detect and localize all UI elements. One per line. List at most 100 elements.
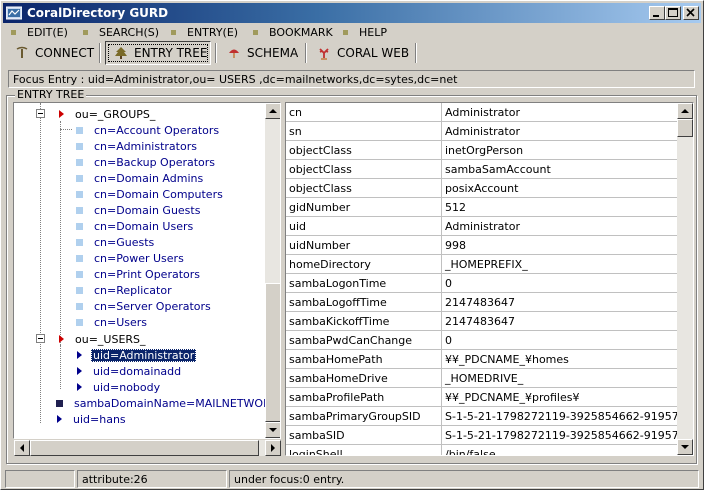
scroll-left-button[interactable] [14, 440, 30, 456]
close-button[interactable] [683, 6, 699, 20]
attribute-grid[interactable]: cn Administrator sn Administrator objectClas… [285, 102, 694, 456]
scroll-right-button[interactable] [265, 440, 281, 456]
attribute-row[interactable]: sn Administrator [286, 122, 677, 141]
collapse-users-icon[interactable] [36, 334, 45, 343]
tab-schema[interactable]: SCHEMA [219, 41, 305, 65]
tab-coral-web[interactable]: CORAL WEB [309, 41, 413, 65]
attribute-row[interactable]: sambaLogonTime 0 [286, 274, 677, 293]
attribute-row[interactable]: objectClass inetOrgPerson [286, 141, 677, 160]
tree-node-group[interactable]: cn=Guests [76, 234, 156, 250]
attribute-name-cell[interactable]: sambaHomeDrive [286, 369, 442, 387]
tree-node-group[interactable]: cn=Domain Computers [76, 186, 225, 202]
tree-node-group[interactable]: cn=Power Users [76, 250, 186, 266]
menu-bookmark[interactable]: BOOKMARK [253, 25, 333, 39]
attribute-value-cell[interactable]: _HOMEDRIVE_ [442, 369, 677, 387]
tree-vertical-scrollbar[interactable] [265, 103, 280, 438]
tree-horizontal-scrollbar[interactable] [14, 440, 281, 456]
attribute-name-cell[interactable]: sambaHomePath [286, 350, 442, 368]
grid-scroll-thumb[interactable] [677, 119, 693, 137]
attribute-row[interactable]: sambaLogoffTime 2147483647 [286, 293, 677, 312]
attribute-value-cell[interactable]: ¥¥_PDCNAME_¥homes [442, 350, 677, 368]
attribute-value-cell[interactable]: ¥¥_PDCNAME_¥profiles¥ [442, 388, 677, 406]
attribute-name-cell[interactable]: sn [286, 122, 442, 140]
attribute-row[interactable]: uidNumber 998 [286, 236, 677, 255]
tree-node-group[interactable]: cn=Users [76, 314, 149, 330]
attribute-value-cell[interactable]: S-1-5-21-1798272119-3925854662-919573195 [442, 426, 677, 444]
tree-node-group[interactable]: cn=Domain Admins [76, 170, 205, 186]
scroll-down-button[interactable] [677, 439, 693, 455]
attribute-name-cell[interactable]: objectClass [286, 141, 442, 159]
connect-button[interactable]: CONNECT [7, 41, 95, 65]
menu-entry[interactable]: ENTRY(E) [171, 25, 238, 39]
scroll-up-button[interactable] [265, 103, 280, 119]
attribute-row[interactable]: homeDirectory _HOMEPREFIX_ [286, 255, 677, 274]
tree-node-group[interactable]: cn=Account Operators [76, 122, 221, 138]
attribute-value-cell[interactable]: inetOrgPerson [442, 141, 677, 159]
attribute-row[interactable]: sambaHomePath ¥¥_PDCNAME_¥homes [286, 350, 677, 369]
attribute-value-cell[interactable]: Administrator [442, 122, 677, 140]
tree-node-group[interactable]: cn=Domain Users [76, 218, 195, 234]
attribute-row[interactable]: sambaKickoffTime 2147483647 [286, 312, 677, 331]
attribute-name-cell[interactable]: sambaPrimaryGroupSID [286, 407, 442, 425]
tree-node-user-nobody[interactable]: uid=nobody [76, 379, 162, 395]
scroll-up-button[interactable] [677, 103, 693, 119]
tree-node-group[interactable]: cn=Backup Operators [76, 154, 217, 170]
attribute-value-cell[interactable]: 0 [442, 331, 677, 349]
tree-hscroll-thumb[interactable] [30, 440, 259, 456]
attribute-row[interactable]: objectClass posixAccount [286, 179, 677, 198]
tree-node-user-administrator[interactable]: uid=Administrator [76, 347, 197, 363]
attribute-row[interactable]: loginShell/bin/false [286, 445, 677, 455]
attribute-row[interactable]: uid Administrator [286, 217, 677, 236]
entry-tree-pane[interactable]: ou=_GROUPS_ cn=Account Operators cn=Admin… [13, 102, 281, 439]
scroll-down-button[interactable] [265, 422, 280, 438]
tree-node-group[interactable]: cn=Server Operators [76, 298, 213, 314]
attribute-name-cell[interactable]: objectClass [286, 179, 442, 197]
attribute-value-cell[interactable]: 512 [442, 198, 677, 216]
menu-edit[interactable]: EDIT(E) [11, 25, 68, 39]
minimize-button[interactable] [649, 6, 665, 20]
attribute-value-cell[interactable]: S-1-5-21-1798272119-3925854662-919573195 [442, 407, 677, 425]
attribute-value-cell[interactable]: posixAccount [442, 179, 677, 197]
attribute-name-cell[interactable]: objectClass [286, 160, 442, 178]
tree-node-group[interactable]: cn=Domain Guests [76, 202, 202, 218]
tree-node-domain[interactable]: sambaDomainName=MAILNETWORKS [56, 395, 265, 411]
attribute-name-cell[interactable]: cn [286, 103, 442, 121]
menu-search[interactable]: SEARCH(S) [83, 25, 159, 39]
attribute-name-cell[interactable]: sambaSID [286, 426, 442, 444]
title-bar[interactable]: CoralDirectory GURD [3, 3, 701, 23]
attribute-value-cell[interactable]: sambaSamAccount [442, 160, 677, 178]
tree-node-user-domainadd[interactable]: uid=domainadd [76, 363, 183, 379]
attribute-name-cell[interactable]: sambaPwdCanChange [286, 331, 442, 349]
attribute-name-cell[interactable]: homeDirectory [286, 255, 442, 273]
attribute-name-cell[interactable]: sambaProfilePath [286, 388, 442, 406]
attribute-value-cell[interactable]: 2147483647 [442, 312, 677, 330]
tree-node-hans[interactable]: uid=hans [56, 411, 128, 427]
tab-entry-tree[interactable]: ENTRY TREE [105, 41, 211, 65]
attribute-value-cell[interactable]: Administrator [442, 217, 677, 235]
attribute-value-cell[interactable]: /bin/false [442, 445, 677, 455]
attribute-name-cell[interactable]: gidNumber [286, 198, 442, 216]
attribute-name-cell[interactable]: uid [286, 217, 442, 235]
maximize-button[interactable] [665, 6, 681, 20]
attribute-value-cell[interactable]: 2147483647 [442, 293, 677, 311]
attribute-value-cell[interactable]: 998 [442, 236, 677, 254]
attribute-value-cell[interactable]: _HOMEPREFIX_ [442, 255, 677, 273]
tree-node-groups[interactable]: ou=_GROUPS_ [58, 106, 157, 122]
attribute-row[interactable]: sambaSID S-1-5-21-1798272119-3925854662-9… [286, 426, 677, 445]
tree-node-users[interactable]: ou=_USERS_ [58, 331, 148, 347]
tree-scroll-thumb[interactable] [265, 283, 280, 422]
attribute-name-cell[interactable]: loginShell [286, 445, 442, 455]
attribute-name-cell[interactable]: uidNumber [286, 236, 442, 254]
tree-node-group[interactable]: cn=Administrators [76, 138, 199, 154]
attribute-row[interactable]: gidNumber 512 [286, 198, 677, 217]
attribute-row[interactable]: cn Administrator [286, 103, 677, 122]
attribute-name-cell[interactable]: sambaLogonTime [286, 274, 442, 292]
attribute-value-cell[interactable]: Administrator [442, 103, 677, 121]
tree-node-group[interactable]: cn=Replicator [76, 282, 174, 298]
attribute-row[interactable]: sambaPwdCanChange 0 [286, 331, 677, 350]
attribute-name-cell[interactable]: sambaLogoffTime [286, 293, 442, 311]
attribute-row[interactable]: sambaPrimaryGroupSID S-1-5-21-1798272119-… [286, 407, 677, 426]
attribute-name-cell[interactable]: sambaKickoffTime [286, 312, 442, 330]
menu-help[interactable]: HELP [343, 25, 387, 39]
attribute-row[interactable]: objectClass sambaSamAccount [286, 160, 677, 179]
